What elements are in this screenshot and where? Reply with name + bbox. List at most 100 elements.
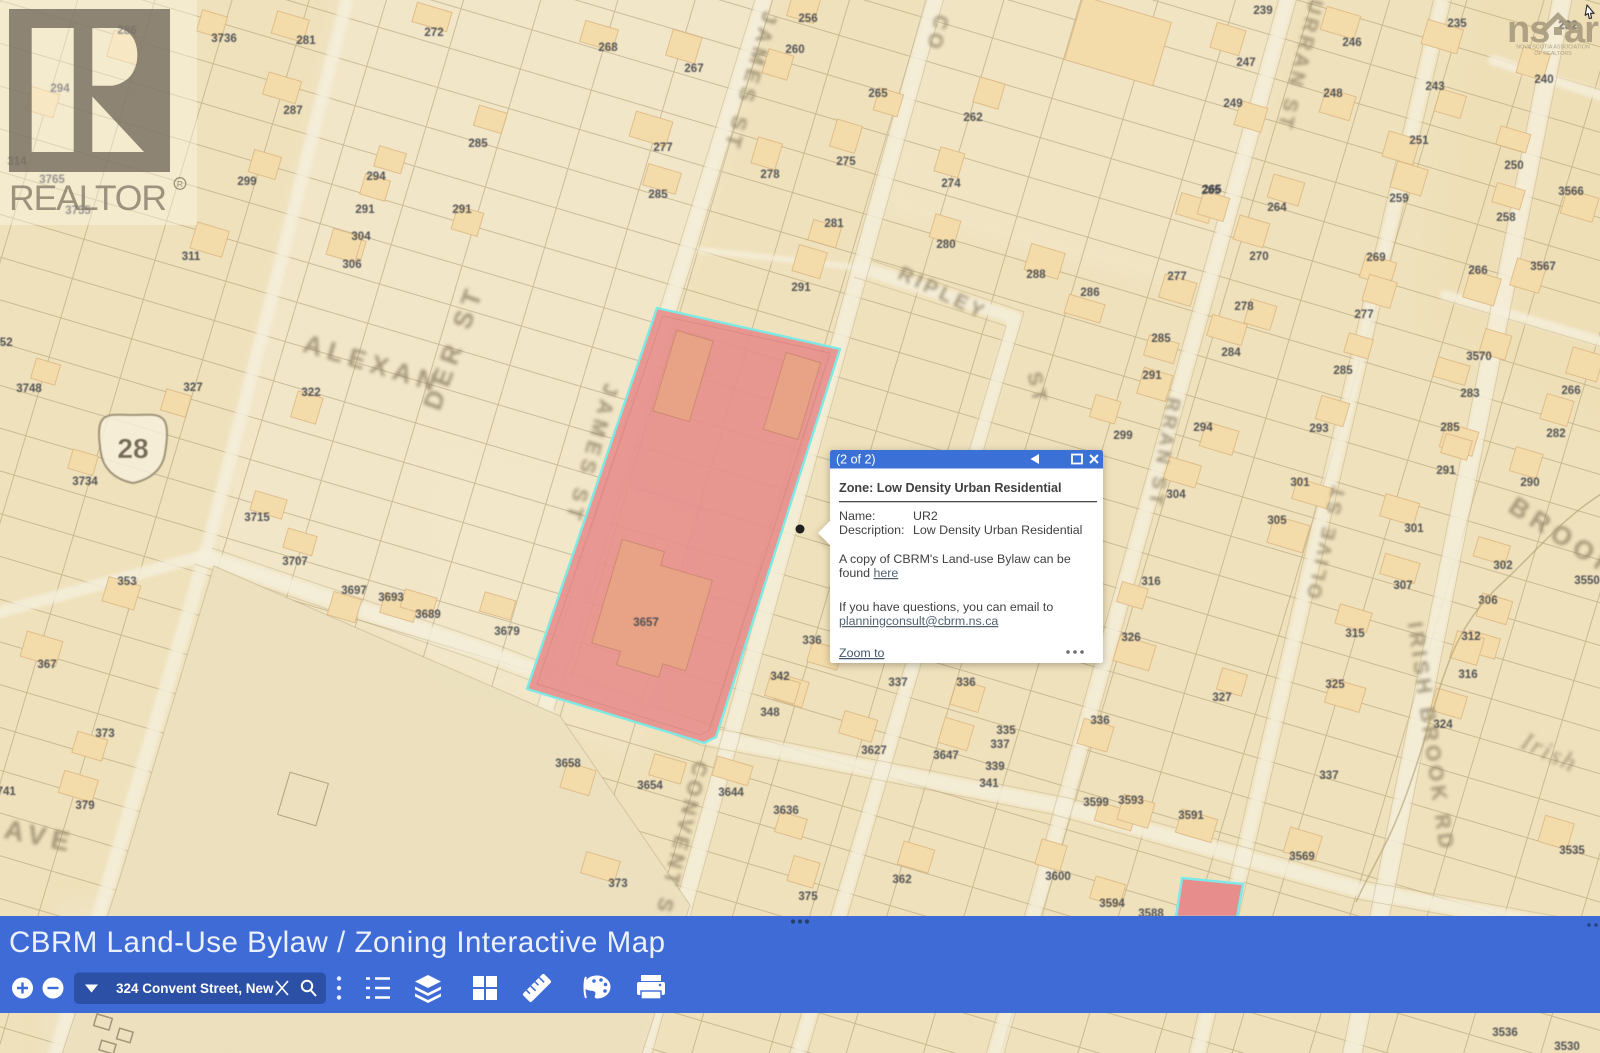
svg-text:322: 322 xyxy=(301,387,320,399)
svg-text:265: 265 xyxy=(1202,184,1222,196)
svg-text:REALTOR: REALTOR xyxy=(9,178,167,218)
svg-text:375: 375 xyxy=(798,891,818,903)
svg-text:362: 362 xyxy=(892,874,911,886)
svg-text:3689: 3689 xyxy=(415,609,441,621)
svg-text:256: 256 xyxy=(798,13,817,25)
svg-text:3654: 3654 xyxy=(637,780,663,792)
svg-text:247: 247 xyxy=(1236,57,1255,69)
svg-text:316: 316 xyxy=(1458,669,1477,681)
svg-text:316: 316 xyxy=(1141,576,1160,588)
svg-text:28: 28 xyxy=(117,433,148,464)
svg-text:373: 373 xyxy=(608,878,627,890)
svg-text:3591: 3591 xyxy=(1178,810,1204,822)
svg-text:3679: 3679 xyxy=(494,626,520,638)
svg-text:268: 268 xyxy=(598,42,618,54)
svg-text:291: 291 xyxy=(1436,465,1456,477)
svg-text:3647: 3647 xyxy=(933,750,959,762)
svg-text:304: 304 xyxy=(1166,489,1186,501)
svg-text:3657: 3657 xyxy=(633,617,659,629)
svg-text:352: 352 xyxy=(0,337,13,349)
svg-text:3734: 3734 xyxy=(72,476,98,488)
svg-text:3658: 3658 xyxy=(555,758,581,770)
svg-text:3693: 3693 xyxy=(378,592,404,604)
svg-text:251: 251 xyxy=(1409,135,1429,147)
svg-text:301: 301 xyxy=(1404,523,1424,535)
svg-text:282: 282 xyxy=(1546,428,1565,440)
svg-text:311: 311 xyxy=(182,251,201,263)
svg-text:325: 325 xyxy=(1325,679,1345,691)
svg-text:285: 285 xyxy=(1333,365,1353,377)
svg-text:299: 299 xyxy=(237,176,256,188)
svg-text:336: 336 xyxy=(956,677,975,689)
svg-text:280: 280 xyxy=(936,239,955,251)
svg-text:294: 294 xyxy=(366,171,386,183)
svg-text:348: 348 xyxy=(760,707,780,719)
svg-text:278: 278 xyxy=(1234,301,1254,313)
svg-text:272: 272 xyxy=(424,27,443,39)
svg-text:3627: 3627 xyxy=(861,745,887,757)
svg-text:326: 326 xyxy=(1121,632,1140,644)
svg-text:248: 248 xyxy=(1323,88,1343,100)
svg-text:337: 337 xyxy=(990,739,1009,751)
svg-text:275: 275 xyxy=(836,156,856,168)
svg-text:277: 277 xyxy=(653,142,672,154)
svg-text:305: 305 xyxy=(1267,515,1287,527)
svg-text:327: 327 xyxy=(183,382,202,394)
svg-text:Low Density Urban Residential: Low Density Urban Residential xyxy=(913,523,1082,537)
svg-text:3715: 3715 xyxy=(244,512,270,524)
svg-text:CBRM Land-Use Bylaw / Zoning I: CBRM Land-Use Bylaw / Zoning Interactive… xyxy=(9,926,666,959)
svg-text:269: 269 xyxy=(1366,252,1385,264)
svg-text:337: 337 xyxy=(888,677,907,689)
svg-text:327: 327 xyxy=(1212,692,1231,704)
svg-text:285: 285 xyxy=(648,189,668,201)
svg-text:NOVA SCOTIA ASSOCIATION: NOVA SCOTIA ASSOCIATION xyxy=(1516,45,1590,51)
svg-text:270: 270 xyxy=(1249,251,1268,263)
svg-text:285: 285 xyxy=(1151,333,1171,345)
svg-text:367: 367 xyxy=(37,659,56,671)
svg-text:246: 246 xyxy=(1342,37,1361,49)
svg-text:301: 301 xyxy=(1290,477,1310,489)
svg-text:3600: 3600 xyxy=(1045,871,1071,883)
svg-text:3593: 3593 xyxy=(1118,795,1144,807)
svg-text:299: 299 xyxy=(1113,430,1132,442)
svg-text:281: 281 xyxy=(296,35,316,47)
svg-text:3535: 3535 xyxy=(1559,845,1585,857)
svg-text:342: 342 xyxy=(770,671,789,683)
svg-text:260: 260 xyxy=(785,44,804,56)
svg-text:3550: 3550 xyxy=(1574,575,1600,587)
svg-text:264: 264 xyxy=(1267,202,1287,214)
svg-text:304: 304 xyxy=(351,231,371,243)
svg-text:3536: 3536 xyxy=(1492,1027,1518,1039)
svg-text:R: R xyxy=(177,179,183,189)
svg-text:324 Convent Street, New: 324 Convent Street, New xyxy=(116,981,274,996)
svg-text:A copy of CBRM's Land-use Byla: A copy of CBRM's Land-use Bylaw can be xyxy=(839,552,1071,566)
svg-text:3530: 3530 xyxy=(1554,1041,1580,1053)
svg-text:250: 250 xyxy=(1504,160,1523,172)
svg-text:262: 262 xyxy=(963,112,982,124)
svg-text:306: 306 xyxy=(342,259,361,271)
svg-text:240: 240 xyxy=(1534,74,1553,86)
svg-text:274: 274 xyxy=(941,178,961,190)
svg-text:278: 278 xyxy=(760,169,780,181)
svg-text:277: 277 xyxy=(1354,309,1373,321)
svg-text:3748: 3748 xyxy=(16,383,42,395)
svg-text:3636: 3636 xyxy=(773,805,799,817)
svg-text:(2 of 2): (2 of 2) xyxy=(836,453,876,467)
svg-text:267: 267 xyxy=(684,63,703,75)
svg-text:290: 290 xyxy=(1520,477,1539,489)
svg-text:3599: 3599 xyxy=(1083,797,1109,809)
svg-text:302: 302 xyxy=(1493,560,1512,572)
svg-text:283: 283 xyxy=(1460,388,1479,400)
svg-text:3566: 3566 xyxy=(1558,186,1584,198)
svg-text:planningconsult@cbrm.ns.ca: planningconsult@cbrm.ns.ca xyxy=(839,614,998,628)
svg-text:379: 379 xyxy=(75,800,94,812)
svg-text:277: 277 xyxy=(1167,271,1186,283)
svg-text:Description:: Description: xyxy=(839,523,904,537)
svg-text:353: 353 xyxy=(117,576,136,588)
svg-text:288: 288 xyxy=(1026,269,1046,281)
svg-text:312: 312 xyxy=(1461,631,1480,643)
svg-text:If you have questions, you can: If you have questions, you can email to xyxy=(839,600,1053,614)
svg-text:294: 294 xyxy=(1193,422,1213,434)
svg-text:293: 293 xyxy=(1309,423,1328,435)
svg-text:OF REALTORS: OF REALTORS xyxy=(1534,51,1572,57)
